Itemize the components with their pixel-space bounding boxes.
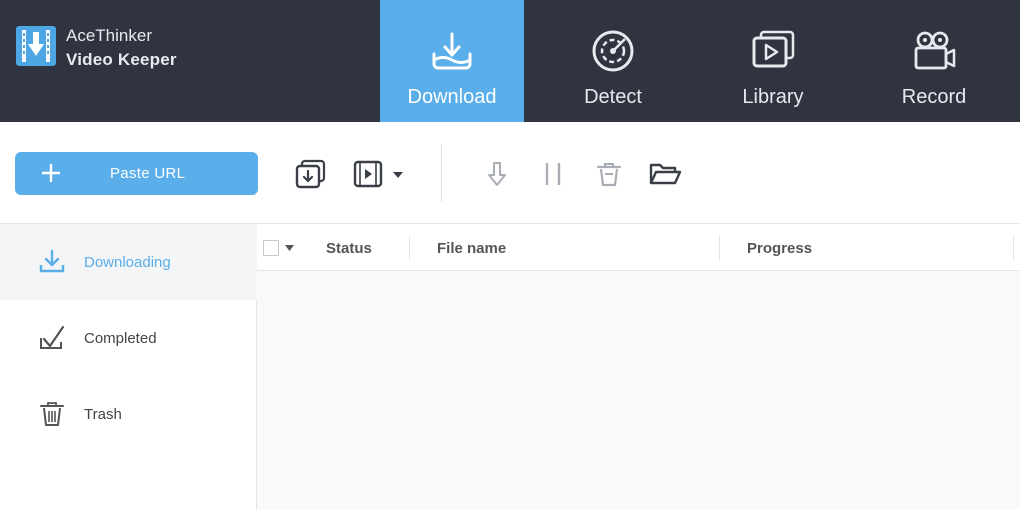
paste-url-label: Paste URL — [110, 165, 186, 182]
sidebar-item-label: Completed — [84, 329, 157, 347]
select-all-checkbox[interactable] — [263, 240, 279, 256]
app-logo-icon — [16, 26, 56, 66]
open-folder-icon — [649, 163, 682, 185]
pause-button[interactable] — [536, 158, 570, 190]
trash-icon — [40, 402, 64, 426]
toolbar: Paste URL — [0, 122, 1020, 224]
import-download-icon — [295, 159, 326, 189]
resume-download-icon — [488, 162, 506, 186]
tab-download[interactable]: Download — [380, 0, 524, 122]
check-icon — [40, 325, 65, 349]
sidebar: Downloading Completed Trash — [0, 224, 257, 510]
tab-record-label: Record — [901, 86, 967, 108]
sidebar-item-label: Downloading — [84, 253, 171, 271]
tab-library[interactable]: Library — [701, 0, 845, 122]
plus-icon — [42, 164, 60, 182]
tab-record[interactable]: Record — [862, 0, 1006, 122]
delete-icon — [596, 163, 622, 187]
column-divider — [719, 236, 720, 260]
download-icon — [39, 249, 65, 273]
video-file-icon — [353, 160, 383, 188]
column-divider — [409, 236, 410, 260]
radar-icon — [592, 30, 634, 72]
download-list: Status File name Progress — [257, 224, 1020, 510]
pause-icon — [545, 163, 561, 185]
app-header: AceThinker Video Keeper Download Detect — [0, 0, 1020, 122]
column-divider — [1013, 236, 1014, 260]
brand-product: Video Keeper — [66, 50, 177, 69]
tab-download-label: Download — [407, 86, 497, 108]
brand: AceThinker Video Keeper — [14, 24, 177, 72]
tab-detect-label: Detect — [584, 86, 642, 108]
sidebar-item-trash[interactable]: Trash — [0, 376, 257, 452]
paste-url-button[interactable]: Paste URL — [15, 152, 258, 195]
table-header: Status File name Progress — [257, 224, 1020, 271]
tab-detect[interactable]: Detect — [541, 0, 685, 122]
import-download-button[interactable] — [294, 158, 328, 190]
sidebar-item-completed[interactable]: Completed — [0, 300, 257, 376]
chevron-down-icon[interactable] — [285, 245, 294, 251]
sidebar-item-label: Trash — [84, 405, 122, 423]
chevron-down-icon[interactable] — [392, 171, 404, 179]
column-header-progress[interactable]: Progress — [747, 240, 812, 257]
download-tray-icon — [432, 32, 472, 70]
resume-download-button[interactable] — [480, 158, 514, 190]
video-camera-icon — [914, 31, 956, 70]
brand-name: AceThinker — [66, 26, 152, 45]
open-folder-button[interactable] — [648, 158, 682, 190]
tab-library-label: Library — [742, 86, 804, 108]
column-header-status[interactable]: Status — [326, 240, 372, 257]
toolbar-divider — [441, 144, 442, 202]
column-header-file-name[interactable]: File name — [437, 240, 506, 257]
sidebar-item-downloading[interactable]: Downloading — [0, 224, 257, 300]
delete-button[interactable] — [592, 158, 626, 190]
video-file-button[interactable] — [351, 158, 385, 190]
video-library-icon — [752, 30, 795, 68]
